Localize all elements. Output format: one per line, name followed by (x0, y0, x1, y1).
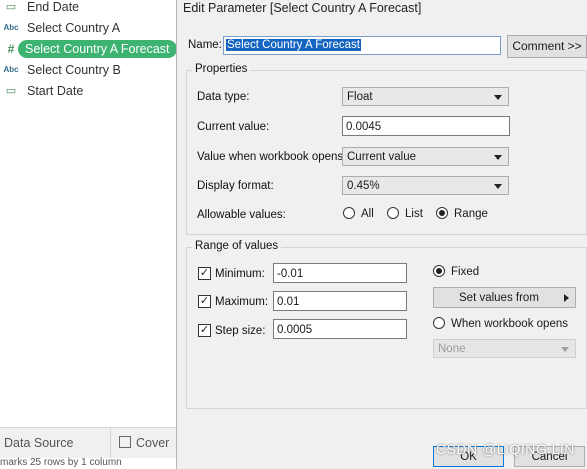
tab-data-source[interactable]: Data Source (4, 428, 73, 458)
workbook-opens-label: Value when workbook opens: (197, 151, 347, 163)
chevron-down-icon (494, 184, 502, 189)
status-bar: marks 25 rows by 1 column (0, 457, 122, 468)
param-item-select-country-b[interactable]: Abc Select Country B (0, 59, 176, 80)
fixed-radio[interactable] (433, 265, 445, 277)
comment-button[interactable]: Comment >> (507, 35, 587, 58)
fixed-label: Fixed (451, 266, 480, 278)
chevron-down-icon (561, 347, 569, 352)
param-item-start-date[interactable]: ▭ Start Date (0, 80, 176, 101)
allowable-all-label: All (361, 208, 374, 220)
minimum-label: Minimum: (215, 268, 265, 280)
edit-parameter-dialog: Edit Parameter [Select Country A Forecas… (176, 0, 587, 469)
display-format-label: Display format: (197, 180, 274, 192)
minimum-checkbox[interactable]: ✓ (198, 267, 211, 280)
data-pane: ▭ End Date Abc Select Country A # Select… (0, 0, 177, 469)
data-type-value: Float (347, 91, 373, 103)
allowable-range-label: Range (454, 208, 488, 220)
allowable-list-label: List (405, 208, 423, 220)
when-opens-value: None (438, 343, 466, 355)
param-label: Select Country A (27, 20, 121, 35)
param-item-end-date[interactable]: ▭ End Date (0, 0, 176, 17)
allowable-range-radio[interactable] (436, 207, 448, 219)
step-size-checkbox[interactable]: ✓ (198, 324, 211, 337)
name-input[interactable]: Select Country A Forecast (223, 36, 501, 55)
step-size-input[interactable]: 0.0005 (273, 319, 407, 339)
set-values-from-label: Set values from (459, 292, 539, 304)
dialog-title: Edit Parameter [Select Country A Forecas… (183, 1, 422, 15)
param-item-select-country-a[interactable]: Abc Select Country A (0, 17, 176, 38)
maximum-label: Maximum: (215, 296, 269, 308)
minimum-input[interactable]: -0.01 (273, 263, 407, 283)
when-workbook-opens-label: When workbook opens (451, 318, 568, 330)
calendar-icon: ▭ (5, 85, 17, 97)
param-label: Select Country A Forecast (18, 39, 177, 58)
data-type-label: Data type: (197, 91, 250, 103)
allowable-list-radio[interactable] (387, 207, 399, 219)
maximum-checkbox[interactable]: ✓ (198, 295, 211, 308)
sheet-tab-bar: Data Source Cover (0, 427, 176, 458)
current-value-input[interactable]: 0.0045 (342, 116, 510, 136)
tab-cover[interactable]: Cover (110, 428, 169, 458)
param-label: End Date (27, 0, 80, 14)
display-format-select[interactable]: 0.45% (342, 176, 509, 195)
current-value-label: Current value: (197, 121, 270, 133)
param-label: Select Country B (27, 62, 121, 77)
chevron-down-icon (494, 95, 502, 100)
string-type-icon: Abc (3, 65, 19, 74)
allowable-values-label: Allowable values: (197, 209, 286, 221)
param-label: Start Date (27, 83, 84, 98)
calendar-icon: ▭ (5, 1, 17, 13)
properties-group-title: Properties (192, 63, 251, 75)
name-value: Select Country A Forecast (226, 39, 361, 51)
tab-cover-label: Cover (136, 436, 170, 450)
chevron-right-icon (564, 294, 569, 302)
workbook-opens-value: Current value (347, 151, 417, 163)
when-workbook-opens-radio[interactable] (433, 317, 445, 329)
data-type-select[interactable]: Float (342, 87, 509, 106)
sheet-icon (119, 436, 131, 448)
step-size-label: Step size: (215, 325, 266, 337)
allowable-all-radio[interactable] (343, 207, 355, 219)
name-label: Name: (188, 39, 222, 51)
chevron-down-icon (494, 155, 502, 160)
set-values-from-button[interactable]: Set values from (433, 287, 576, 308)
display-format-value: 0.45% (347, 180, 380, 192)
string-type-icon: Abc (3, 23, 19, 32)
watermark: CSDN @LIQING LIN (436, 441, 575, 457)
range-group-title: Range of values (192, 240, 282, 252)
maximum-input[interactable]: 0.01 (273, 291, 407, 311)
when-opens-select[interactable]: None (433, 339, 576, 358)
workbook-opens-select[interactable]: Current value (342, 147, 509, 166)
param-item-select-country-a-forecast[interactable]: # Select Country A Forecast (0, 38, 177, 59)
